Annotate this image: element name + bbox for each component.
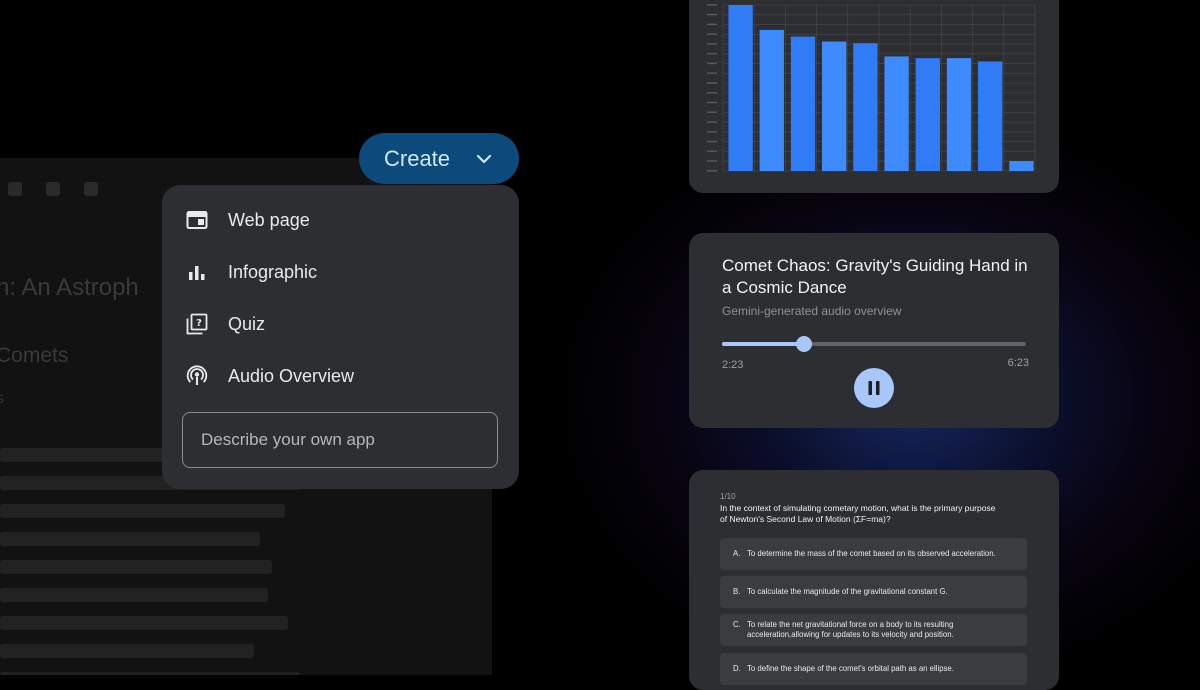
audio-progress-knob[interactable] — [796, 336, 813, 352]
menu-item-quiz[interactable]: ? Quiz — [162, 301, 519, 347]
menu-item-label: Web page — [228, 209, 310, 230]
option-text: To define the shape of the comet's orbit… — [747, 664, 954, 673]
audio-progress-track[interactable] — [722, 336, 1026, 352]
audio-title: Comet Chaos: Gravity's Guiding Hand in a… — [722, 256, 1028, 297]
chevron-down-icon — [476, 154, 492, 164]
doc-toolbar — [8, 182, 98, 196]
quiz-question: In the context of simulating cometary mo… — [720, 503, 996, 524]
format-icon — [84, 182, 98, 196]
menu-item-web-page[interactable]: Web page — [162, 197, 519, 243]
menu-item-infographic[interactable]: Infographic — [162, 249, 519, 295]
menu-item-label: Quiz — [228, 313, 266, 334]
doc-small-text: s — [0, 390, 4, 407]
quiz-option-b[interactable]: B. To calculate the magnitude of the gra… — [720, 576, 1027, 608]
option-letter: B. — [733, 587, 741, 596]
infographic-card — [689, 0, 1059, 193]
svg-text:?: ? — [196, 318, 202, 329]
option-letter: D. — [733, 664, 741, 673]
chart-bar — [978, 61, 1003, 171]
chart-bar — [946, 58, 972, 171]
bar-chart — [707, 4, 1036, 172]
option-letter: A. — [733, 549, 741, 558]
menu-item-label: Audio Overview — [228, 365, 355, 386]
option-text: To relate the net gravitational force on… — [747, 620, 954, 639]
chart-bar — [728, 5, 753, 171]
chart-bar — [1009, 161, 1034, 171]
chart-bar — [759, 29, 784, 172]
audio-subtitle: Gemini-generated audio overview — [722, 304, 902, 318]
option-text: To calculate the magnitude of the gravit… — [747, 587, 948, 596]
quiz-card: 1/10 In the context of simulating cometa… — [689, 470, 1059, 690]
chart-bar — [790, 36, 816, 171]
chart-bar — [822, 41, 847, 171]
quiz-option-d[interactable]: D. To define the shape of the comet's or… — [720, 653, 1027, 685]
chart-bar — [853, 43, 878, 171]
pause-button[interactable] — [854, 368, 894, 408]
audio-progress-fill — [722, 342, 805, 346]
web-page-icon — [186, 211, 208, 229]
quiz-option-a[interactable]: A. To determine the mass of the comet ba… — [720, 538, 1027, 570]
create-button[interactable]: Create — [359, 133, 519, 184]
total-time: 6:23 — [1007, 357, 1029, 369]
option-letter: C. — [733, 620, 741, 629]
menu-item-audio-overview[interactable]: Audio Overview — [162, 353, 519, 399]
bar-chart-icon — [189, 266, 205, 280]
format-icon — [46, 182, 60, 196]
option-text: To determine the mass of the comet based… — [747, 549, 996, 558]
quiz-icon: ? — [186, 313, 208, 335]
chart-bar — [884, 56, 909, 171]
doc-subheading: Comets — [0, 344, 69, 367]
current-time: 2:23 — [722, 359, 744, 371]
format-icon — [8, 182, 22, 196]
create-menu: Web page Infographic ? Quiz Audio Overvi… — [162, 185, 519, 489]
audio-overview-card: Comet Chaos: Gravity's Guiding Hand in a… — [689, 233, 1059, 428]
pause-icon — [868, 381, 880, 395]
quiz-option-c[interactable]: C. To relate the net gravitational force… — [720, 614, 1027, 646]
menu-item-label: Infographic — [228, 261, 318, 282]
describe-app-input[interactable] — [182, 412, 498, 468]
podcast-icon — [186, 365, 208, 385]
chart-bar — [915, 58, 940, 171]
create-button-label: Create — [384, 145, 451, 171]
quiz-counter: 1/10 — [720, 492, 736, 501]
doc-title: n: An Astroph — [0, 274, 139, 301]
